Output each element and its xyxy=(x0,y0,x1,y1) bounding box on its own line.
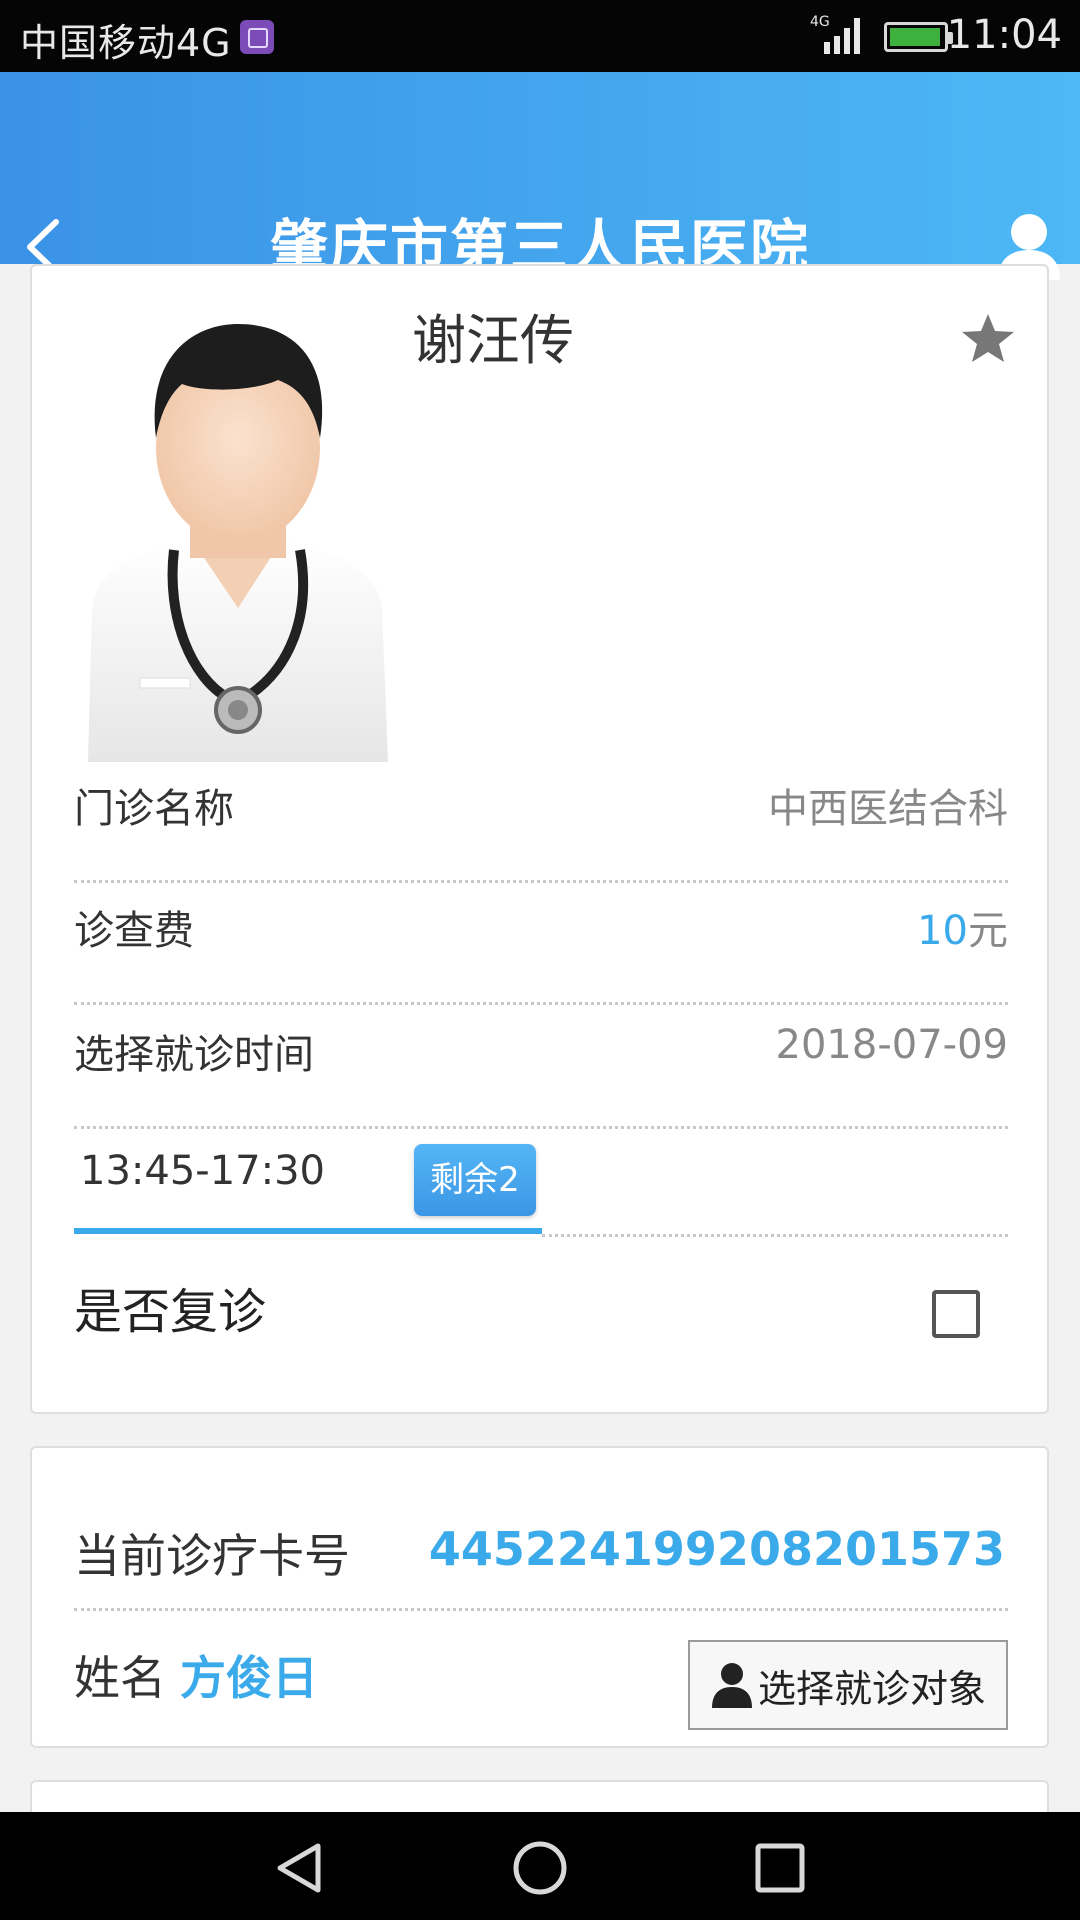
divider xyxy=(74,1608,1008,1611)
gallery-notification-icon xyxy=(240,20,274,54)
fee-amount: 10 xyxy=(917,908,968,954)
divider xyxy=(74,1002,1008,1005)
signal-icon: 4G xyxy=(810,14,860,54)
timeslot-tab[interactable]: 13:45-17:30 xyxy=(80,1148,325,1194)
patient-name-value: 方俊日 xyxy=(180,1651,318,1705)
clinic-label: 门诊名称 xyxy=(74,786,234,832)
card-number-label: 当前诊疗卡号 xyxy=(74,1529,350,1583)
visit-time-label: 选择就诊时间 xyxy=(74,1032,314,1078)
visit-time-row[interactable]: 选择就诊时间 2018-07-09 xyxy=(74,1022,1008,1078)
carrier-label: 中国移动4G xyxy=(20,21,232,65)
patient-name-label: 姓名 xyxy=(74,1651,166,1705)
doctor-avatar xyxy=(88,324,388,762)
timeslot-selected-indicator xyxy=(74,1228,542,1234)
doctor-card: 谢汪传 门诊名称 中西医结合科 诊查费 10元 选择就诊时间 2018-07-0… xyxy=(30,264,1049,1414)
divider xyxy=(74,1126,1008,1129)
remaining-badge: 剩余2 xyxy=(414,1144,536,1216)
app-header: 肇庆市第三人民医院 xyxy=(0,72,1080,281)
fee-unit: 元 xyxy=(968,908,1008,954)
svg-text:4G: 4G xyxy=(810,14,830,30)
clock: 11:04 xyxy=(946,12,1062,58)
fee-label: 诊查费 xyxy=(74,908,194,954)
fee-value: 10元 xyxy=(917,898,1008,956)
divider xyxy=(542,1234,1008,1237)
battery-icon xyxy=(884,22,953,52)
nav-back-icon[interactable] xyxy=(272,1840,328,1896)
star-icon[interactable] xyxy=(958,310,1018,366)
select-patient-label: 选择就诊对象 xyxy=(757,1666,986,1711)
patient-card: 当前诊疗卡号 445224199208201573 姓名 方俊日 选择就诊对象 xyxy=(30,1446,1049,1748)
select-patient-button[interactable]: 选择就诊对象 xyxy=(688,1640,1008,1730)
clinic-row: 门诊名称 中西医结合科 xyxy=(74,776,1008,832)
fee-row: 诊查费 10元 xyxy=(74,898,1008,954)
nav-home-icon[interactable] xyxy=(512,1840,568,1896)
status-bar: 中国移动4G 4G 11:04 xyxy=(0,0,1080,72)
doctor-name: 谢汪传 xyxy=(412,309,574,372)
visit-date-value[interactable]: 2018-07-09 xyxy=(776,1022,1008,1068)
system-nav-bar xyxy=(0,1812,1080,1920)
person-icon xyxy=(711,1663,752,1708)
revisit-checkbox[interactable] xyxy=(932,1290,980,1338)
clinic-value: 中西医结合科 xyxy=(768,786,1008,832)
revisit-label: 是否复诊 xyxy=(74,1284,267,1340)
nav-recent-icon[interactable] xyxy=(752,1840,808,1896)
card-number-value: 445224199208201573 xyxy=(428,1522,1005,1576)
divider xyxy=(74,880,1008,883)
